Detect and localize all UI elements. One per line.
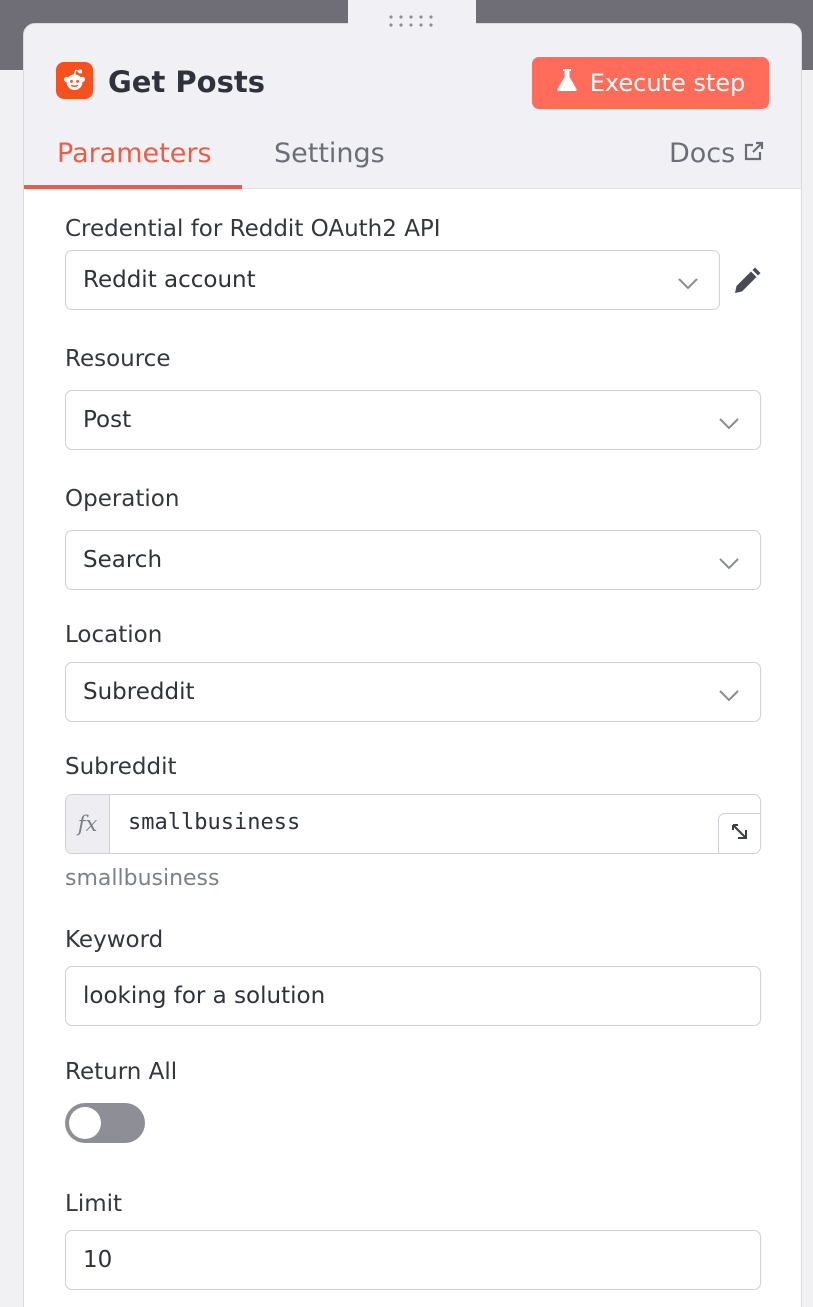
reddit-icon	[56, 62, 93, 99]
resource-label: Resource	[65, 346, 171, 372]
chevron-down-icon	[718, 683, 740, 709]
location-select[interactable]: Subreddit	[65, 662, 761, 722]
edit-credential-pencil-icon[interactable]	[730, 266, 762, 302]
subreddit-expression-input[interactable]: fx smallbusiness	[65, 794, 761, 854]
credential-select[interactable]: Reddit account	[65, 250, 720, 310]
credential-value: Reddit account	[83, 267, 256, 293]
node-title[interactable]: Get Posts	[108, 62, 265, 102]
limit-value: 10	[83, 1247, 113, 1273]
keyword-input[interactable]: looking for a solution	[65, 966, 761, 1026]
drag-dots-icon	[386, 13, 438, 27]
docs-label: Docs	[669, 138, 736, 169]
credential-label: Credential for Reddit OAuth2 API	[65, 216, 441, 242]
keyword-label: Keyword	[65, 927, 164, 953]
fx-icon: fx	[66, 795, 110, 853]
resource-select[interactable]: Post	[65, 390, 761, 450]
subreddit-expression-value: smallbusiness	[128, 810, 301, 835]
execute-step-label: Execute step	[589, 69, 746, 97]
tab-parameters[interactable]: Parameters	[57, 134, 212, 174]
operation-label: Operation	[65, 486, 180, 512]
subreddit-resolved-hint: smallbusiness	[65, 866, 220, 891]
return-all-toggle[interactable]	[65, 1103, 145, 1143]
execute-step-button[interactable]: Execute step	[532, 57, 769, 109]
limit-input[interactable]: 10	[65, 1230, 761, 1290]
panel-header: Get Posts Execute step Parameters Settin…	[24, 24, 801, 189]
chevron-down-icon	[677, 271, 699, 297]
operation-value: Search	[83, 547, 163, 573]
operation-select[interactable]: Search	[65, 530, 761, 590]
node-details-panel: Get Posts Execute step Parameters Settin…	[23, 23, 802, 1307]
limit-label: Limit	[65, 1191, 123, 1217]
keyword-value: looking for a solution	[83, 983, 326, 1009]
tab-docs[interactable]: Docs	[669, 134, 765, 174]
active-tab-indicator	[24, 185, 242, 189]
flask-icon	[556, 68, 578, 98]
chevron-down-icon	[718, 411, 740, 437]
return-all-label: Return All	[65, 1059, 178, 1085]
panel-drag-handle[interactable]	[348, 0, 476, 40]
subreddit-label: Subreddit	[65, 754, 177, 780]
resource-value: Post	[83, 407, 132, 433]
tab-settings[interactable]: Settings	[274, 134, 385, 174]
expand-editor-button[interactable]	[718, 813, 760, 853]
location-label: Location	[65, 622, 163, 648]
expand-arrow-icon	[730, 822, 750, 846]
external-link-icon	[743, 134, 765, 174]
location-value: Subreddit	[83, 679, 195, 705]
toggle-knob	[69, 1107, 101, 1139]
chevron-down-icon	[718, 551, 740, 577]
